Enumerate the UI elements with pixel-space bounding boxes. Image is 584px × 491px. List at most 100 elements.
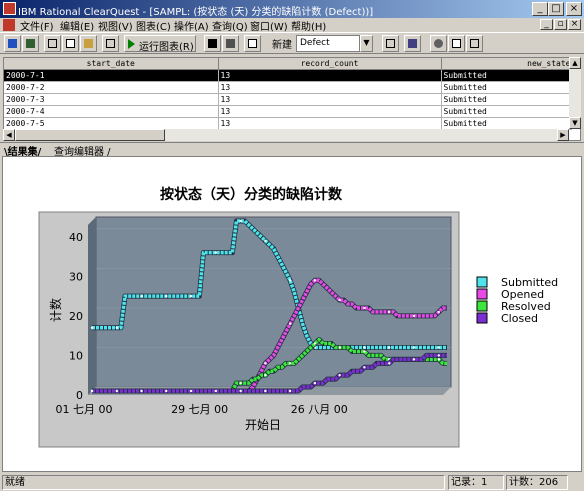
mdi-restore-button[interactable]: ▫ bbox=[554, 19, 567, 30]
menu-help[interactable]: 帮助(H) bbox=[291, 18, 326, 33]
mdi-minimize-button[interactable]: _ bbox=[540, 19, 553, 30]
cut-icon[interactable] bbox=[44, 35, 61, 52]
data-point bbox=[313, 342, 317, 345]
data-point bbox=[90, 326, 94, 329]
data-point bbox=[412, 314, 416, 318]
scroll-left-icon[interactable]: ◀ bbox=[3, 129, 15, 141]
status-ready: 就绪 bbox=[2, 475, 445, 490]
minimize-button[interactable]: _ bbox=[532, 2, 548, 16]
attach-icon[interactable] bbox=[466, 35, 483, 52]
data-point bbox=[388, 362, 391, 365]
copy-icon[interactable] bbox=[62, 35, 79, 52]
cell: 2000-7-2 bbox=[4, 81, 219, 94]
close-button[interactable]: × bbox=[566, 2, 582, 16]
legend-swatch bbox=[476, 300, 488, 312]
menu-view[interactable]: 视图(V) bbox=[98, 18, 133, 33]
cell: 2000-7-3 bbox=[4, 93, 219, 106]
run-chart-button[interactable]: 运行图表(R) bbox=[124, 35, 196, 53]
cell: 13 bbox=[218, 69, 442, 82]
change-state-icon[interactable] bbox=[404, 35, 421, 52]
y-tick-label: 0 bbox=[76, 389, 83, 402]
horizontal-scrollbar[interactable]: ◀ ▶ bbox=[3, 129, 569, 141]
data-point bbox=[239, 219, 242, 223]
data-point bbox=[338, 373, 341, 377]
vertical-scrollbar[interactable]: ▲ ▼ bbox=[569, 57, 581, 129]
list-icon[interactable] bbox=[204, 35, 221, 52]
cell: 13 bbox=[218, 105, 442, 118]
duplicate-icon[interactable] bbox=[448, 35, 465, 52]
doc-icon bbox=[3, 19, 15, 31]
legend-swatch bbox=[476, 276, 488, 288]
x-axis-title: 开始日 bbox=[245, 418, 281, 432]
chart-title: 按状态（天）分类的缺陷计数 bbox=[160, 186, 343, 203]
x-tick-label: 26 八月 00 bbox=[291, 403, 348, 416]
column-header-new-state[interactable]: new_state bbox=[441, 58, 572, 70]
data-point bbox=[264, 373, 267, 377]
toolbar: 运行图表(R) 新建 Defect ▼ bbox=[0, 32, 584, 54]
play-icon bbox=[128, 39, 135, 49]
app-icon bbox=[3, 2, 16, 15]
legend-swatch bbox=[476, 312, 488, 324]
modify-icon[interactable] bbox=[382, 35, 399, 52]
menu-window[interactable]: 窗口(W) bbox=[250, 18, 288, 33]
table-row[interactable]: 2000-7-2 13 Submitted bbox=[4, 81, 572, 94]
cell: Submitted bbox=[441, 117, 572, 130]
new-label: 新建 bbox=[272, 40, 292, 51]
data-point bbox=[214, 389, 218, 393]
data-point bbox=[388, 310, 391, 314]
status-bar: 就绪 记录：1 计数：206 bbox=[0, 474, 584, 491]
menu-chart[interactable]: 图表(C) bbox=[136, 18, 171, 33]
report-icon[interactable] bbox=[22, 35, 39, 52]
column-header-start-date[interactable]: start_date bbox=[4, 58, 219, 70]
data-point bbox=[165, 389, 168, 393]
table-row[interactable]: 2000-7-4 13 Submitted bbox=[4, 105, 572, 118]
menu-actions[interactable]: 操作(A) bbox=[174, 18, 209, 33]
scroll-thumb[interactable] bbox=[15, 129, 165, 141]
paste-icon[interactable] bbox=[80, 35, 97, 52]
cell: 13 bbox=[218, 81, 442, 94]
data-point bbox=[412, 346, 416, 349]
data-point bbox=[165, 294, 168, 298]
data-point bbox=[189, 389, 193, 393]
cell: 13 bbox=[218, 93, 442, 106]
menu-edit[interactable]: 编辑(E) bbox=[60, 18, 94, 33]
data-point bbox=[363, 350, 366, 353]
y-tick-label: 10 bbox=[69, 349, 83, 362]
mdi-close-button[interactable]: × bbox=[568, 19, 581, 30]
data-point bbox=[338, 346, 341, 349]
print-icon[interactable] bbox=[244, 35, 261, 52]
table-row[interactable]: 2000-7-3 13 Submitted bbox=[4, 93, 572, 106]
data-point bbox=[313, 381, 317, 385]
maximize-button[interactable]: □ bbox=[548, 2, 564, 16]
chevron-down-icon[interactable]: ▼ bbox=[360, 35, 373, 52]
scroll-up-icon[interactable]: ▲ bbox=[569, 57, 581, 69]
cell: 13 bbox=[218, 117, 442, 130]
grid-icon[interactable] bbox=[222, 35, 239, 52]
cell: 2000-7-5 bbox=[4, 117, 219, 130]
data-point bbox=[115, 326, 118, 329]
menu-query[interactable]: 查询(Q) bbox=[212, 18, 248, 33]
column-header-record-count[interactable]: record_count bbox=[218, 58, 442, 70]
record-type-combo[interactable]: Defect bbox=[296, 35, 360, 52]
data-point bbox=[388, 346, 391, 349]
properties-icon[interactable] bbox=[102, 35, 119, 52]
y-tick-label: 40 bbox=[69, 231, 83, 244]
table-row[interactable]: 2000-7-5 13 Submitted bbox=[4, 117, 572, 130]
data-point bbox=[140, 389, 143, 393]
data-point bbox=[412, 358, 416, 361]
menu-file[interactable]: 文件(F) bbox=[20, 18, 54, 33]
data-point bbox=[363, 366, 366, 369]
data-point bbox=[288, 279, 292, 282]
run-chart-label: 运行图表(R) bbox=[139, 42, 194, 53]
scroll-right-icon[interactable]: ▶ bbox=[557, 129, 569, 141]
delete-icon[interactable] bbox=[430, 35, 447, 52]
scroll-down-icon[interactable]: ▼ bbox=[569, 117, 581, 129]
cell: Submitted bbox=[441, 93, 572, 106]
table-row[interactable]: 2000-7-1 13 Submitted bbox=[4, 69, 572, 82]
data-point bbox=[288, 389, 292, 393]
data-point bbox=[363, 306, 366, 310]
chart-icon[interactable] bbox=[4, 35, 21, 52]
cell: Submitted bbox=[441, 105, 572, 118]
plot-left-wall bbox=[88, 217, 96, 395]
chart-svg: 按状态（天）分类的缺陷计数 0 10 20 30 40 01 七月 00 29 七月 00 26… bbox=[38, 186, 558, 448]
